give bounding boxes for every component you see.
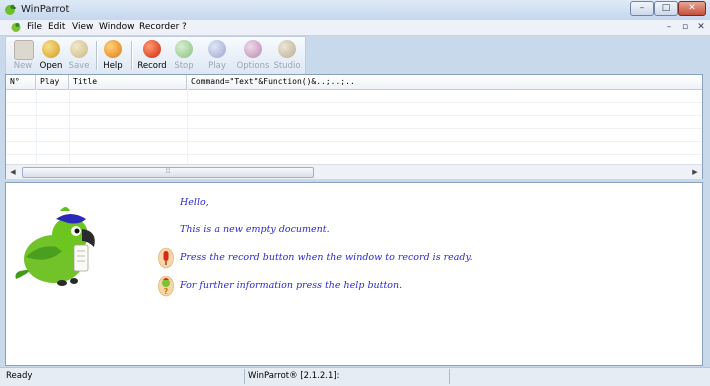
window-title: WinParrot <box>21 4 70 15</box>
menu-view[interactable]: View <box>72 22 93 32</box>
record-microphone-icon <box>158 247 174 269</box>
status-version-text: WinParrot® [2.1.2.1]: <box>248 371 340 381</box>
options-button[interactable]: Options <box>235 38 271 73</box>
new-button-label: New <box>13 61 33 71</box>
new-button[interactable]: New <box>9 38 37 73</box>
grid-row-line <box>6 102 702 103</box>
column-header-command[interactable]: Command="Text"&Function()&..;..;.. <box>187 75 702 89</box>
menu-help[interactable]: ? <box>182 22 187 32</box>
welcome-empty-document: This is a new empty document. <box>180 224 330 235</box>
help-parrot-icon: ? <box>158 275 174 297</box>
horizontal-scrollbar[interactable]: ◀ ⦙⦙⦙ ▶ <box>6 164 702 179</box>
column-header-play[interactable]: Play <box>36 75 69 89</box>
document-parrot-icon[interactable] <box>10 21 22 33</box>
document-pane: Hello, This is a new empty document. Pre… <box>5 182 703 366</box>
studio-button-label: Studio <box>273 61 301 71</box>
scroll-left-arrow-icon[interactable]: ◀ <box>6 165 20 179</box>
minimize-button[interactable]: – <box>630 1 654 16</box>
welcome-record-hint: Press the record button when the window … <box>180 252 473 263</box>
studio-button[interactable]: Studio <box>272 38 302 73</box>
grid-row-line <box>6 154 702 155</box>
mdi-minimize-button[interactable]: – <box>662 22 676 33</box>
open-button-label: Open <box>39 61 63 71</box>
help-button-label: Help <box>103 61 123 71</box>
save-button[interactable]: Save <box>65 38 93 73</box>
menu-file[interactable]: File <box>27 22 42 32</box>
menu-recorder[interactable]: Recorder <box>139 22 179 32</box>
grid-column-line <box>69 89 70 164</box>
mdi-restore-button[interactable]: ▫ <box>678 22 692 33</box>
grid-row-line <box>6 141 702 142</box>
menubar: File Edit View Window Recorder ? – ▫ ✕ <box>0 20 710 36</box>
menu-window[interactable]: Window <box>99 22 135 32</box>
grid-row-line <box>6 115 702 116</box>
toolbar-separator <box>96 41 98 70</box>
window-titlebar[interactable]: WinParrot – □ ✕ <box>0 0 710 21</box>
status-divider <box>449 369 450 384</box>
new-document-icon <box>14 40 34 60</box>
svg-text:?: ? <box>164 287 169 296</box>
welcome-greeting: Hello, <box>180 197 209 208</box>
record-button-label: Record <box>137 61 167 71</box>
help-parrot-icon <box>104 40 122 58</box>
play-icon <box>208 40 226 58</box>
mdi-close-button[interactable]: ✕ <box>694 22 708 33</box>
maximize-button[interactable]: □ <box>654 1 678 16</box>
scrollbar-thumb[interactable]: ⦙⦙⦙ <box>22 167 314 178</box>
main-toolbar: New Open Save Help Record Stop Play Opti… <box>5 36 306 75</box>
list-header: N° Play Title Command="Text"&Function()&… <box>6 75 702 90</box>
stop-icon <box>175 40 193 58</box>
stop-button[interactable]: Stop <box>170 38 198 73</box>
open-button[interactable]: Open <box>37 38 65 73</box>
record-button[interactable]: Record <box>135 38 169 73</box>
scrollbar-grip: ⦙⦙⦙ <box>165 167 171 175</box>
status-ready-text: Ready <box>6 371 33 381</box>
options-icon <box>244 40 262 58</box>
status-divider <box>244 369 245 384</box>
maximize-icon: □ <box>661 3 671 13</box>
welcome-help-hint: For further information press the help b… <box>180 280 403 291</box>
column-header-title[interactable]: Title <box>69 75 187 89</box>
grid-row-line <box>6 128 702 129</box>
help-button[interactable]: Help <box>99 38 127 73</box>
toolbar-separator <box>131 41 133 70</box>
menu-edit[interactable]: Edit <box>48 22 65 32</box>
statusbar: Ready WinParrot® [2.1.2.1]: <box>0 367 710 386</box>
parrot-mascot-icon <box>15 207 95 286</box>
record-microphone-icon <box>143 40 161 58</box>
save-disk-icon <box>70 40 88 58</box>
close-icon: ✕ <box>688 3 696 13</box>
command-list[interactable]: N° Play Title Command="Text"&Function()&… <box>5 74 703 179</box>
column-header-number[interactable]: N° <box>6 75 36 89</box>
grid-column-line <box>36 89 37 164</box>
options-button-label: Options <box>236 61 270 71</box>
minimize-icon: – <box>639 3 645 13</box>
open-folder-icon <box>42 40 60 58</box>
scroll-right-arrow-icon[interactable]: ▶ <box>688 165 702 179</box>
stop-button-label: Stop <box>174 61 194 71</box>
play-button-label: Play <box>208 61 226 71</box>
grid-column-line <box>187 89 188 164</box>
close-button[interactable]: ✕ <box>678 1 706 16</box>
studio-icon <box>278 40 296 58</box>
parrot-app-icon <box>5 4 17 15</box>
save-button-label: Save <box>68 61 90 71</box>
play-button[interactable]: Play <box>203 38 231 73</box>
